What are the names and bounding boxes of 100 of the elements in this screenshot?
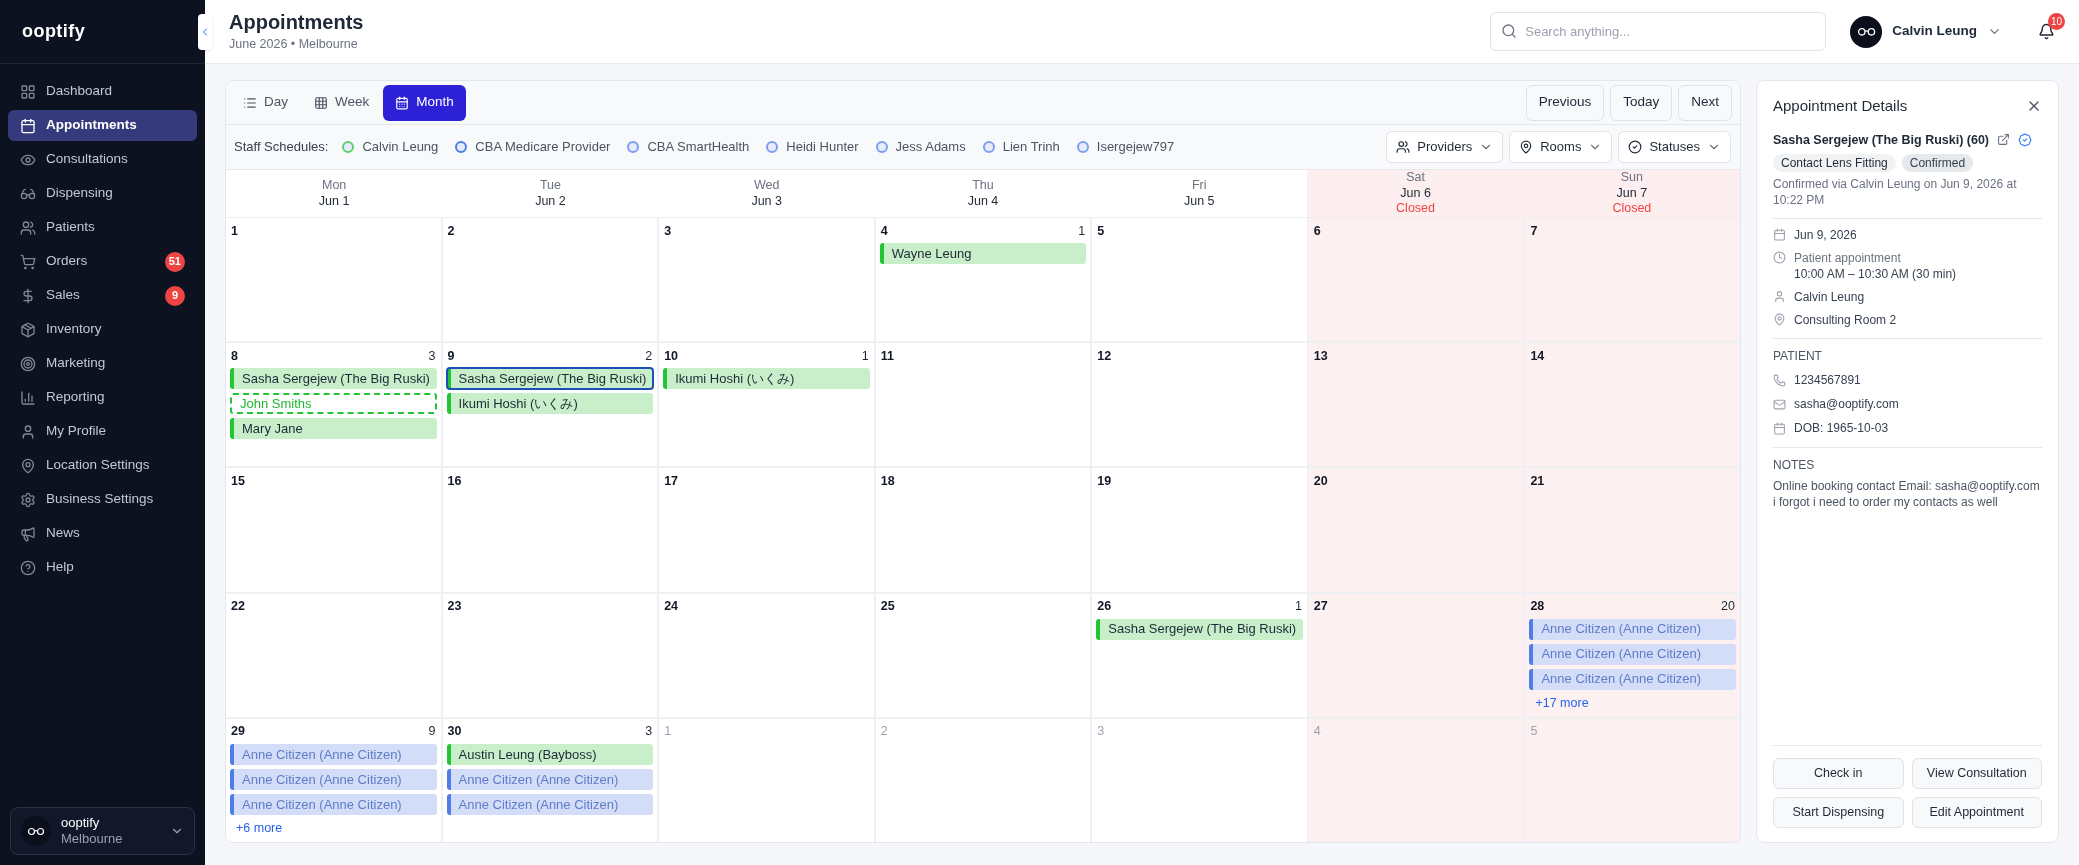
appointment-chip[interactable]: Austin Leung (Bayboss) xyxy=(446,743,654,765)
nav-item[interactable]: Location Settings xyxy=(8,450,197,481)
staff-name[interactable]: CBA Medicare Provider xyxy=(475,137,611,157)
day-number: 26 xyxy=(1097,598,1112,616)
logo[interactable]: ooptify xyxy=(22,18,86,45)
appointment-chip[interactable]: Ikumi Hoshi (いくみ) xyxy=(446,393,654,415)
day-number: 30 xyxy=(447,723,462,741)
staff-name[interactable]: Heidi Hunter xyxy=(786,137,859,157)
pin-icon xyxy=(1773,313,1786,327)
nav-item[interactable]: My Profile xyxy=(8,416,197,447)
day-cell[interactable]: 15 xyxy=(226,468,441,592)
day-cell[interactable]: 3 xyxy=(659,218,874,342)
day-cell[interactable]: 9 2 Sasha Sergejew (The Big Ruski) Ikumi Hoshi (いくみ) xyxy=(442,343,658,467)
day-cell[interactable]: 21 xyxy=(1525,468,1740,592)
nav-item[interactable]: Orders 51 xyxy=(8,246,197,277)
day-cell[interactable]: 17 xyxy=(659,468,874,592)
nav-button[interactable]: Next xyxy=(1678,84,1732,121)
day-cell[interactable]: 26 1 Sasha Sergejew (The Big Ruski) xyxy=(1092,593,1307,717)
staff-name[interactable]: Lien Trinh xyxy=(1002,137,1060,157)
day-cell[interactable]: 2 xyxy=(442,218,658,342)
staff-name[interactable]: Isergejew797 xyxy=(1096,137,1175,157)
staff-name[interactable]: Calvin Leung xyxy=(362,137,439,157)
appointment-count: 2 xyxy=(645,347,653,365)
grid-icon xyxy=(314,95,328,110)
bar-chart-icon xyxy=(20,389,36,406)
account-switcher[interactable]: ooptify Melbourne xyxy=(10,807,195,855)
nav-item[interactable]: Consultations xyxy=(8,144,197,175)
day-cell[interactable]: 14 xyxy=(1525,343,1740,467)
staff-name[interactable]: Jess Adams xyxy=(895,137,966,157)
mail-icon xyxy=(1773,397,1786,411)
section-heading: NOTES xyxy=(1773,457,1816,475)
nav-button[interactable]: Previous xyxy=(1525,84,1605,121)
day-cell[interactable]: 20 xyxy=(1308,468,1524,592)
nav-item[interactable]: Help xyxy=(8,552,197,583)
filter-dropdown[interactable]: Providers xyxy=(1386,131,1504,163)
view-tab[interactable]: Day xyxy=(231,84,300,121)
action-button[interactable]: View Consultation xyxy=(1911,758,2042,789)
day-cell[interactable]: 10 1 Ikumi Hoshi (いくみ) xyxy=(659,343,874,467)
nav-button[interactable]: Today xyxy=(1610,84,1673,121)
action-button[interactable]: Edit Appointment xyxy=(1911,797,2042,828)
nav-item[interactable]: Sales 9 xyxy=(8,280,197,311)
more-link[interactable]: +6 more xyxy=(230,818,289,838)
nav-item[interactable]: News xyxy=(8,518,197,549)
day-cell[interactable]: 5 xyxy=(1092,218,1307,342)
day-number: 8 xyxy=(231,347,238,365)
nav-item[interactable]: Inventory xyxy=(8,314,197,345)
day-cell[interactable]: 30 3 Austin Leung (Bayboss) Anne Citizen (Anne Citizen) Anne Citizen (Anne Citizen) xyxy=(442,718,658,842)
day-cell[interactable]: 24 xyxy=(659,593,874,717)
target-icon xyxy=(20,355,36,372)
notes-text: Online booking contact Email: sasha@ooptify.com i forgot i need to order my contacts as well xyxy=(1773,478,2041,511)
appointment-chip[interactable]: Wayne Leung xyxy=(879,243,1087,264)
view-tab[interactable]: Week xyxy=(302,84,382,121)
day-cell[interactable]: 4 1 Wayne Leung xyxy=(875,218,1091,342)
nav-item[interactable]: Business Settings xyxy=(8,484,197,515)
appointment-chip[interactable]: Sasha Sergejew (The Big Ruski) xyxy=(446,368,654,390)
day-cell[interactable]: 6 xyxy=(1308,218,1524,342)
day-cell[interactable]: 1 xyxy=(226,218,441,342)
day-cell[interactable]: 13 xyxy=(1308,343,1524,467)
filter-dropdown[interactable]: Statuses xyxy=(1618,131,1731,163)
day-cell[interactable]: 7 xyxy=(1525,218,1740,342)
nav-item[interactable]: Dashboard xyxy=(8,76,197,107)
day-cell[interactable]: 19 xyxy=(1092,468,1307,592)
day-cell[interactable]: 22 xyxy=(226,593,441,717)
view-tab[interactable]: Month xyxy=(383,84,466,121)
appointment-chip[interactable]: Mary Jane xyxy=(230,418,437,440)
more-link[interactable]: +17 more xyxy=(1529,693,1595,713)
day-cell[interactable]: 18 xyxy=(875,468,1091,592)
appointment-chip[interactable]: Sasha Sergejew (The Big Ruski) xyxy=(230,368,437,390)
staff-name[interactable]: CBA SmartHealth xyxy=(647,137,750,157)
appointment-count: 1 xyxy=(1294,598,1302,616)
bell-icon[interactable] xyxy=(2038,23,2055,40)
megaphone-icon xyxy=(20,525,36,542)
day-cell[interactable]: 29 9 Anne Citizen (Anne Citizen) Anne Citizen (Anne Citizen) Anne Citizen (Anne Citizen) +6 more xyxy=(226,718,441,842)
nav-item[interactable]: Reporting xyxy=(8,382,197,413)
nav-item[interactable]: Appointments xyxy=(8,110,197,141)
nav-item[interactable]: Dispensing xyxy=(8,178,197,209)
day-cell[interactable]: 28 20 Anne Citizen (Anne Citizen) Anne Citizen (Anne Citizen) Anne Citizen (Anne Citizen) +17 more xyxy=(1525,593,1740,717)
nav-item[interactable]: Marketing xyxy=(8,348,197,379)
action-button[interactable]: Check in xyxy=(1773,758,1904,789)
filter-dropdown[interactable]: Rooms xyxy=(1509,131,1613,163)
day-cell[interactable]: 11 xyxy=(875,343,1091,467)
day-number: 10 xyxy=(664,347,679,365)
nav-item[interactable]: Patients xyxy=(8,212,197,243)
appointment-chip[interactable]: Ikumi Hoshi (いくみ) xyxy=(663,368,870,390)
external-link-icon[interactable] xyxy=(1997,133,2011,147)
day-number: 6 xyxy=(1313,222,1321,240)
day-cell[interactable]: 23 xyxy=(442,593,658,717)
appointment-count: 1 xyxy=(1078,222,1086,240)
day-cell[interactable]: 27 xyxy=(1308,593,1524,717)
day-number: 16 xyxy=(447,473,462,490)
action-button[interactable]: Start Dispensing xyxy=(1773,797,1904,828)
day-cell[interactable]: 16 xyxy=(442,468,658,592)
day-cell[interactable]: 12 xyxy=(1092,343,1307,467)
appointment-chip[interactable]: Sasha Sergejew (The Big Ruski) xyxy=(1096,618,1303,640)
search-field[interactable]: Search anything... xyxy=(1490,12,1827,51)
day-cell[interactable]: 25 xyxy=(875,593,1091,717)
day-number: 1 xyxy=(231,222,238,240)
user-menu[interactable]: Calvin Leung xyxy=(1850,15,2002,48)
weekday-name: Fri xyxy=(1192,177,1207,194)
day-cell[interactable]: 8 3 Sasha Sergejew (The Big Ruski) John Smiths Mary Jane xyxy=(226,343,441,467)
